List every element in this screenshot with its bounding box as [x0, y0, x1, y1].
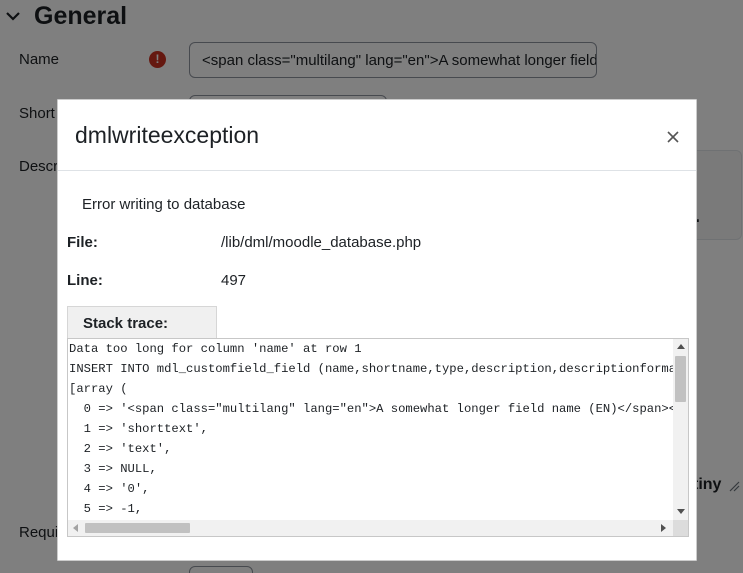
error-message: Error writing to database [82, 196, 246, 213]
line-label: Line: [67, 272, 103, 289]
error-modal: dmlwriteexception Error writing to datab… [57, 99, 697, 561]
horizontal-scroll-thumb[interactable] [85, 523, 190, 533]
trace-line: 3 => NULL, [69, 462, 157, 476]
modal-header: dmlwriteexception [58, 100, 696, 171]
vertical-scrollbar[interactable] [673, 339, 688, 520]
scroll-up-arrow-icon[interactable] [677, 344, 685, 349]
modal-title: dmlwriteexception [75, 122, 260, 148]
stack-trace-box[interactable]: Data too long for column 'name' at row 1… [67, 338, 689, 537]
close-icon [667, 131, 679, 143]
trace-line: 4 => '0', [69, 482, 150, 496]
scroll-down-arrow-icon[interactable] [677, 509, 685, 514]
scroll-right-arrow-icon[interactable] [661, 524, 666, 532]
file-label: File: [67, 234, 98, 251]
close-button[interactable] [662, 126, 684, 148]
stack-trace-label: Stack trace: [83, 315, 169, 332]
trace-line: 1 => 'shorttext', [69, 422, 208, 436]
scrollbar-corner [673, 520, 688, 536]
vertical-scroll-thumb[interactable] [675, 356, 686, 402]
trace-line: [array ( [69, 382, 128, 396]
trace-line: 0 => '<span class="multilang" lang="en">… [69, 402, 673, 416]
stack-trace-tab[interactable]: Stack trace: [67, 306, 217, 339]
scroll-left-arrow-icon[interactable] [73, 524, 78, 532]
trace-line: 2 => 'text', [69, 442, 172, 456]
horizontal-scrollbar[interactable] [68, 520, 673, 536]
stack-trace-content: Data too long for column 'name' at row 1… [68, 339, 673, 520]
trace-line: Data too long for column 'name' at row 1 [69, 342, 362, 356]
trace-line: INSERT INTO mdl_customfield_field (name,… [69, 362, 673, 376]
trace-line: 5 => -1, [69, 502, 143, 516]
line-value: 497 [221, 272, 247, 289]
file-value: /lib/dml/moodle_database.php [221, 234, 422, 251]
